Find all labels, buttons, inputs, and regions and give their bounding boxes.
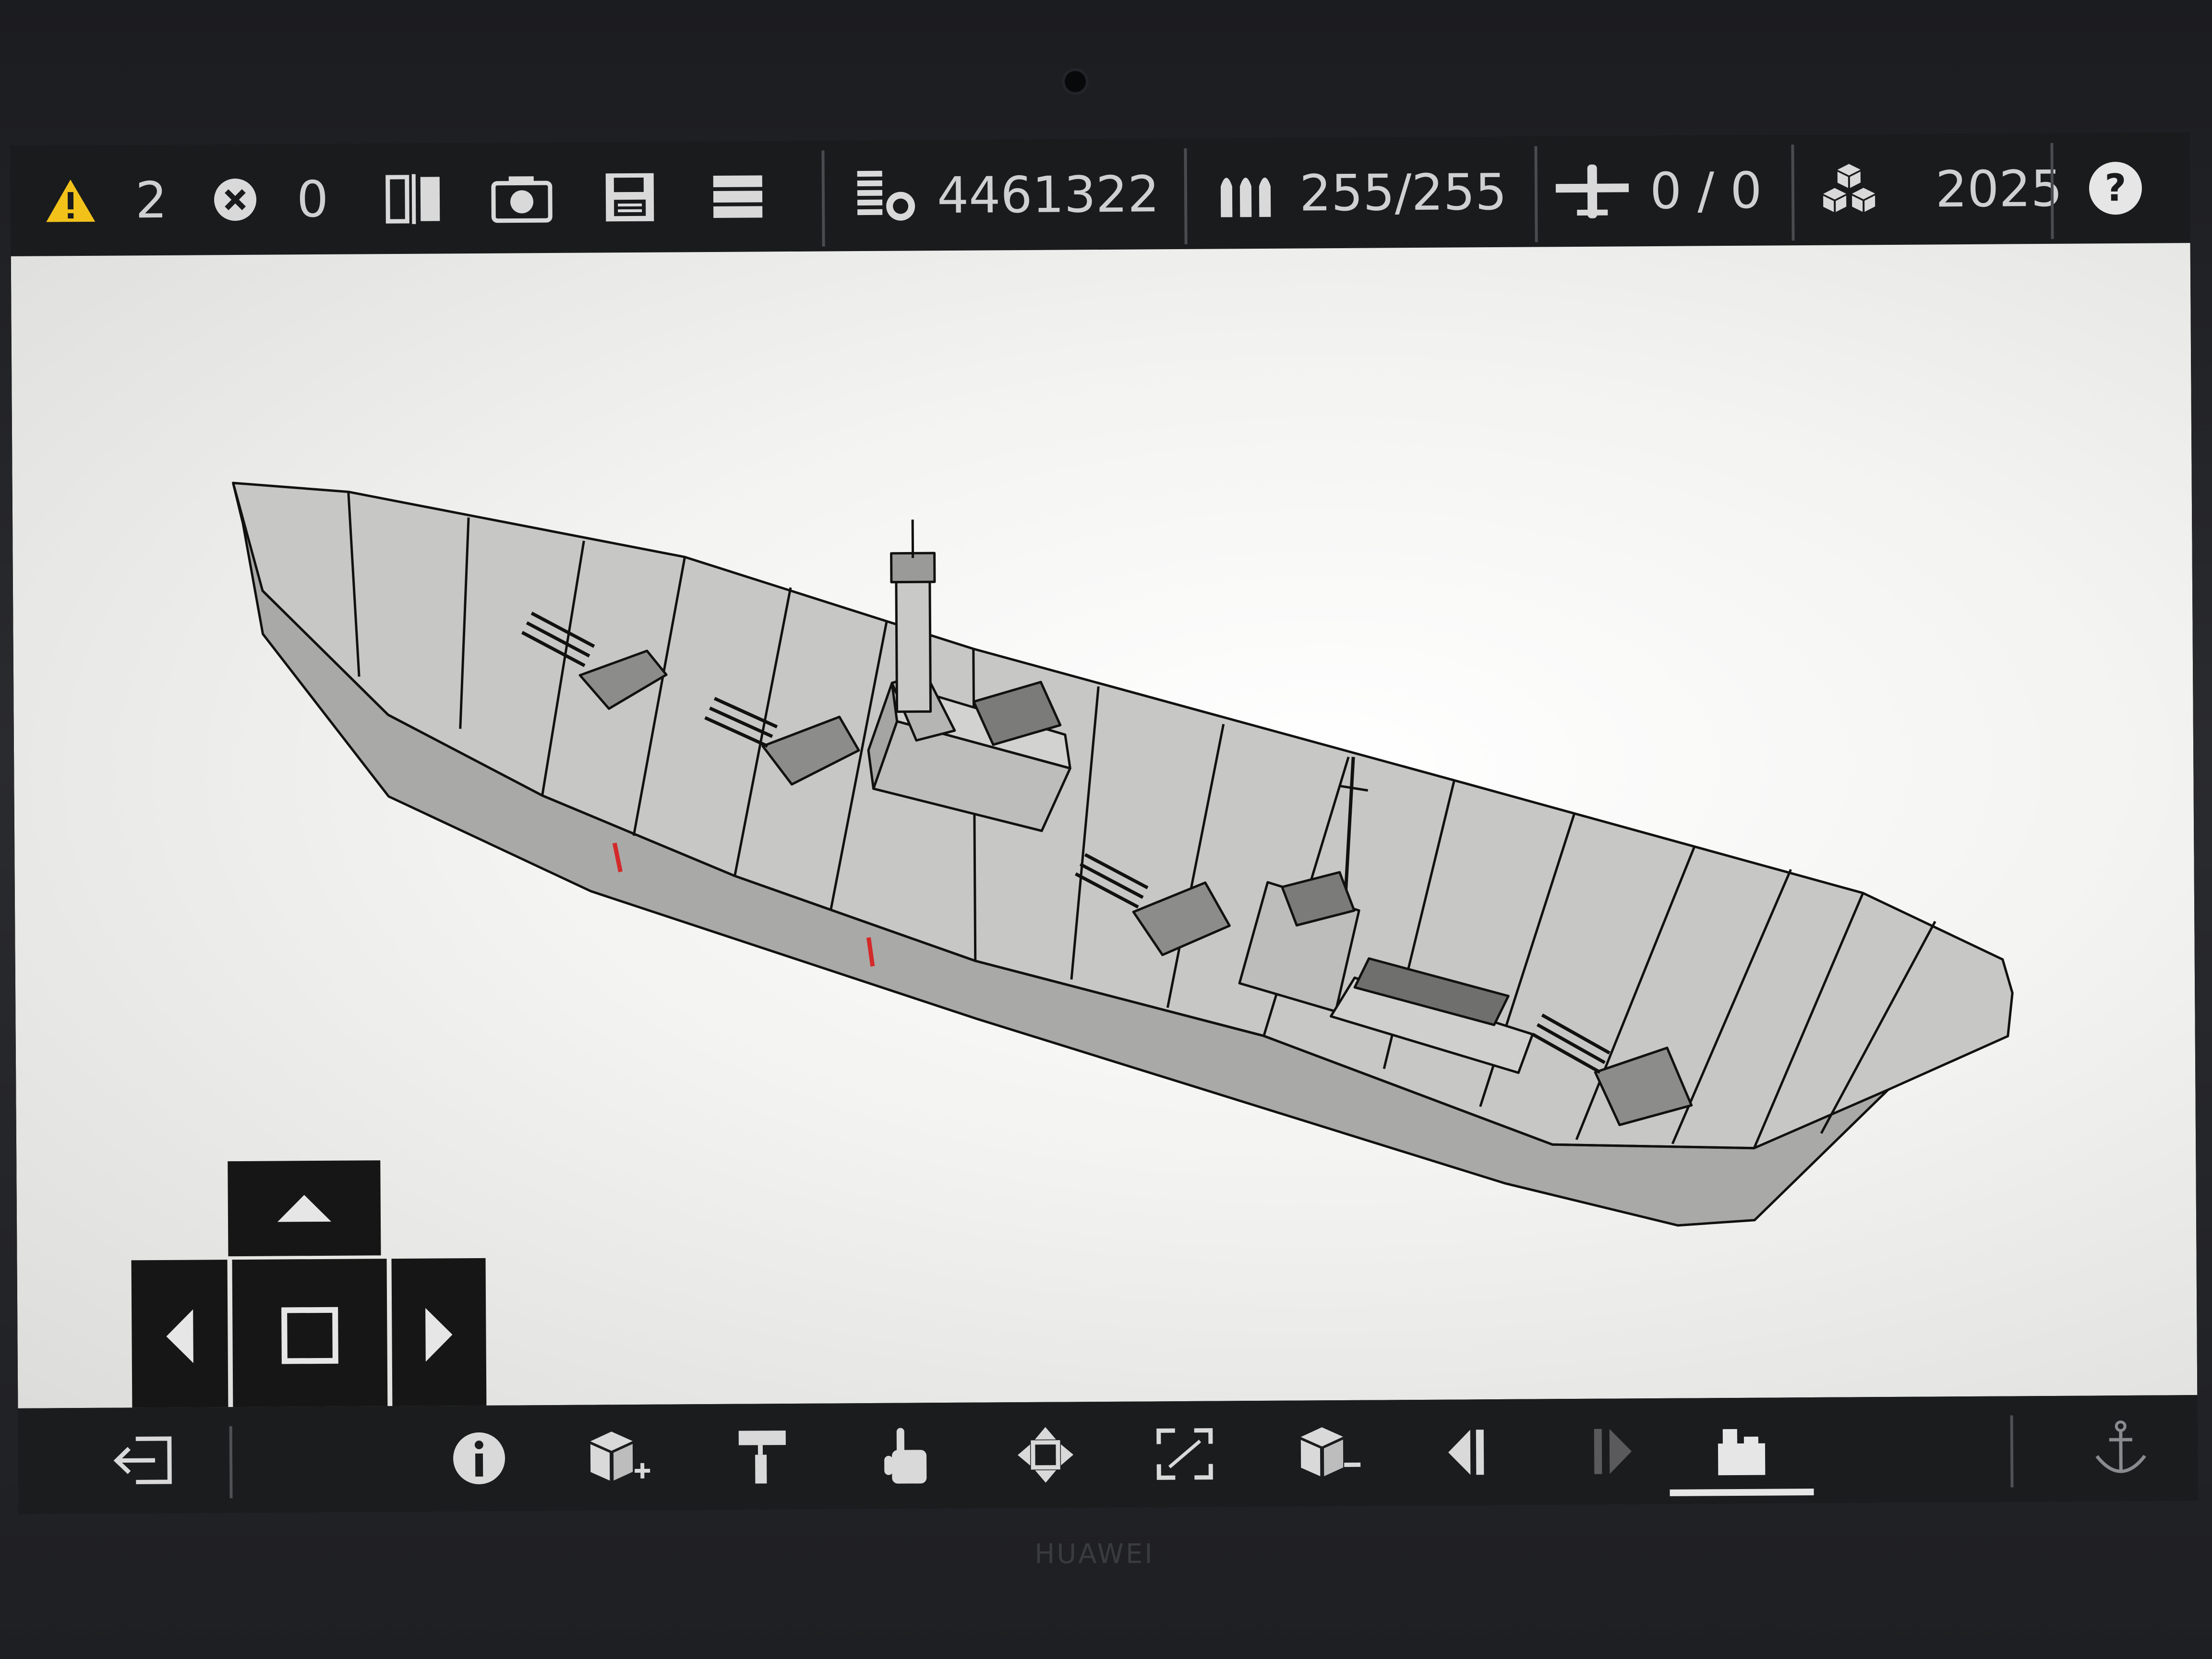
camera-reset-button[interactable] bbox=[232, 1259, 388, 1408]
aircraft-display: 0 / 0 bbox=[1553, 135, 1762, 247]
save-icon bbox=[605, 173, 654, 222]
ammo-display: 255/255 bbox=[1217, 137, 1507, 249]
ship-viewport[interactable] bbox=[11, 243, 2198, 1408]
aircraft-icon bbox=[1555, 164, 1629, 218]
resize-button[interactable] bbox=[1146, 1401, 1223, 1507]
resize-icon bbox=[1156, 1428, 1213, 1480]
errors-indicator[interactable]: 0 bbox=[212, 144, 329, 255]
bottom-toolbar bbox=[18, 1395, 2198, 1514]
device-brand: HUAWEI bbox=[1034, 1539, 1154, 1570]
year-value: 2025 bbox=[1935, 159, 2063, 219]
previous-button[interactable] bbox=[1429, 1399, 1506, 1505]
errors-count: 0 bbox=[296, 169, 329, 229]
toolbar-divider bbox=[821, 150, 825, 247]
info-icon bbox=[453, 1432, 505, 1484]
front-camera bbox=[1065, 71, 1086, 92]
toolbar-divider bbox=[1534, 146, 1538, 242]
move-button[interactable] bbox=[1007, 1402, 1084, 1508]
help-button[interactable]: ? bbox=[2089, 133, 2142, 244]
exit-icon bbox=[113, 1436, 172, 1484]
select-button[interactable] bbox=[867, 1403, 945, 1509]
add-block-icon bbox=[590, 1431, 650, 1481]
ammo-icon bbox=[1220, 177, 1271, 217]
menu-button[interactable] bbox=[711, 141, 764, 252]
anchor-icon bbox=[2095, 1420, 2146, 1473]
save-button[interactable] bbox=[603, 142, 656, 253]
next-icon bbox=[1594, 1429, 1632, 1474]
anchor-button[interactable] bbox=[2077, 1395, 2164, 1502]
error-icon bbox=[214, 179, 257, 221]
ammo-value: 255/255 bbox=[1299, 162, 1507, 223]
camera-left-button[interactable] bbox=[131, 1260, 228, 1408]
warnings-indicator[interactable]: 2 bbox=[44, 145, 168, 256]
app-screen: 2 0 4461322 255/255 0 / 0 2025 ? bbox=[10, 132, 2198, 1514]
mirror-button[interactable] bbox=[385, 143, 443, 254]
arrow-left-icon bbox=[166, 1309, 193, 1363]
toolbar-divider bbox=[1791, 144, 1795, 241]
structure-icon bbox=[1718, 1429, 1766, 1476]
arrow-up-icon bbox=[277, 1195, 332, 1222]
toolbar-divider bbox=[1184, 148, 1188, 244]
paint-button[interactable] bbox=[723, 1404, 801, 1510]
structure-tab[interactable] bbox=[1703, 1397, 1780, 1503]
remove-block-icon bbox=[1300, 1427, 1361, 1477]
square-icon bbox=[281, 1307, 338, 1364]
active-tab-indicator bbox=[1670, 1488, 1814, 1496]
arrow-right-icon bbox=[425, 1308, 453, 1362]
next-button[interactable] bbox=[1573, 1398, 1650, 1504]
cost-value: 4461322 bbox=[937, 165, 1160, 225]
remove-block-button[interactable] bbox=[1290, 1400, 1367, 1506]
mirror-icon bbox=[385, 174, 440, 224]
add-block-button[interactable] bbox=[579, 1405, 657, 1511]
paint-roller-icon bbox=[738, 1431, 786, 1484]
camera-up-button[interactable] bbox=[228, 1160, 381, 1257]
year-display: 2025 bbox=[1815, 133, 2063, 245]
resources-icon bbox=[1823, 164, 1875, 212]
exit-button[interactable] bbox=[99, 1407, 186, 1514]
top-toolbar: 2 0 4461322 255/255 0 / 0 2025 ? bbox=[10, 132, 2190, 256]
move-icon bbox=[1018, 1427, 1074, 1483]
camera-icon bbox=[491, 176, 553, 223]
cost-icon bbox=[857, 170, 915, 221]
info-button[interactable] bbox=[440, 1405, 517, 1511]
toolbar-divider bbox=[229, 1426, 233, 1499]
screenshot-button[interactable] bbox=[490, 143, 553, 253]
help-icon: ? bbox=[2089, 161, 2142, 215]
previous-icon bbox=[1448, 1430, 1484, 1475]
toolbar-divider bbox=[2050, 143, 2054, 239]
cost-display: 4461322 bbox=[855, 139, 1160, 251]
hand-pointer-icon bbox=[884, 1428, 927, 1484]
aircraft-value: 0 / 0 bbox=[1649, 161, 1762, 221]
help-label: ? bbox=[2104, 166, 2127, 210]
menu-icon bbox=[713, 175, 763, 218]
warning-icon bbox=[46, 180, 96, 222]
camera-right-button[interactable] bbox=[391, 1258, 487, 1408]
toolbar-divider bbox=[2010, 1415, 2014, 1488]
warnings-count: 2 bbox=[135, 170, 168, 230]
